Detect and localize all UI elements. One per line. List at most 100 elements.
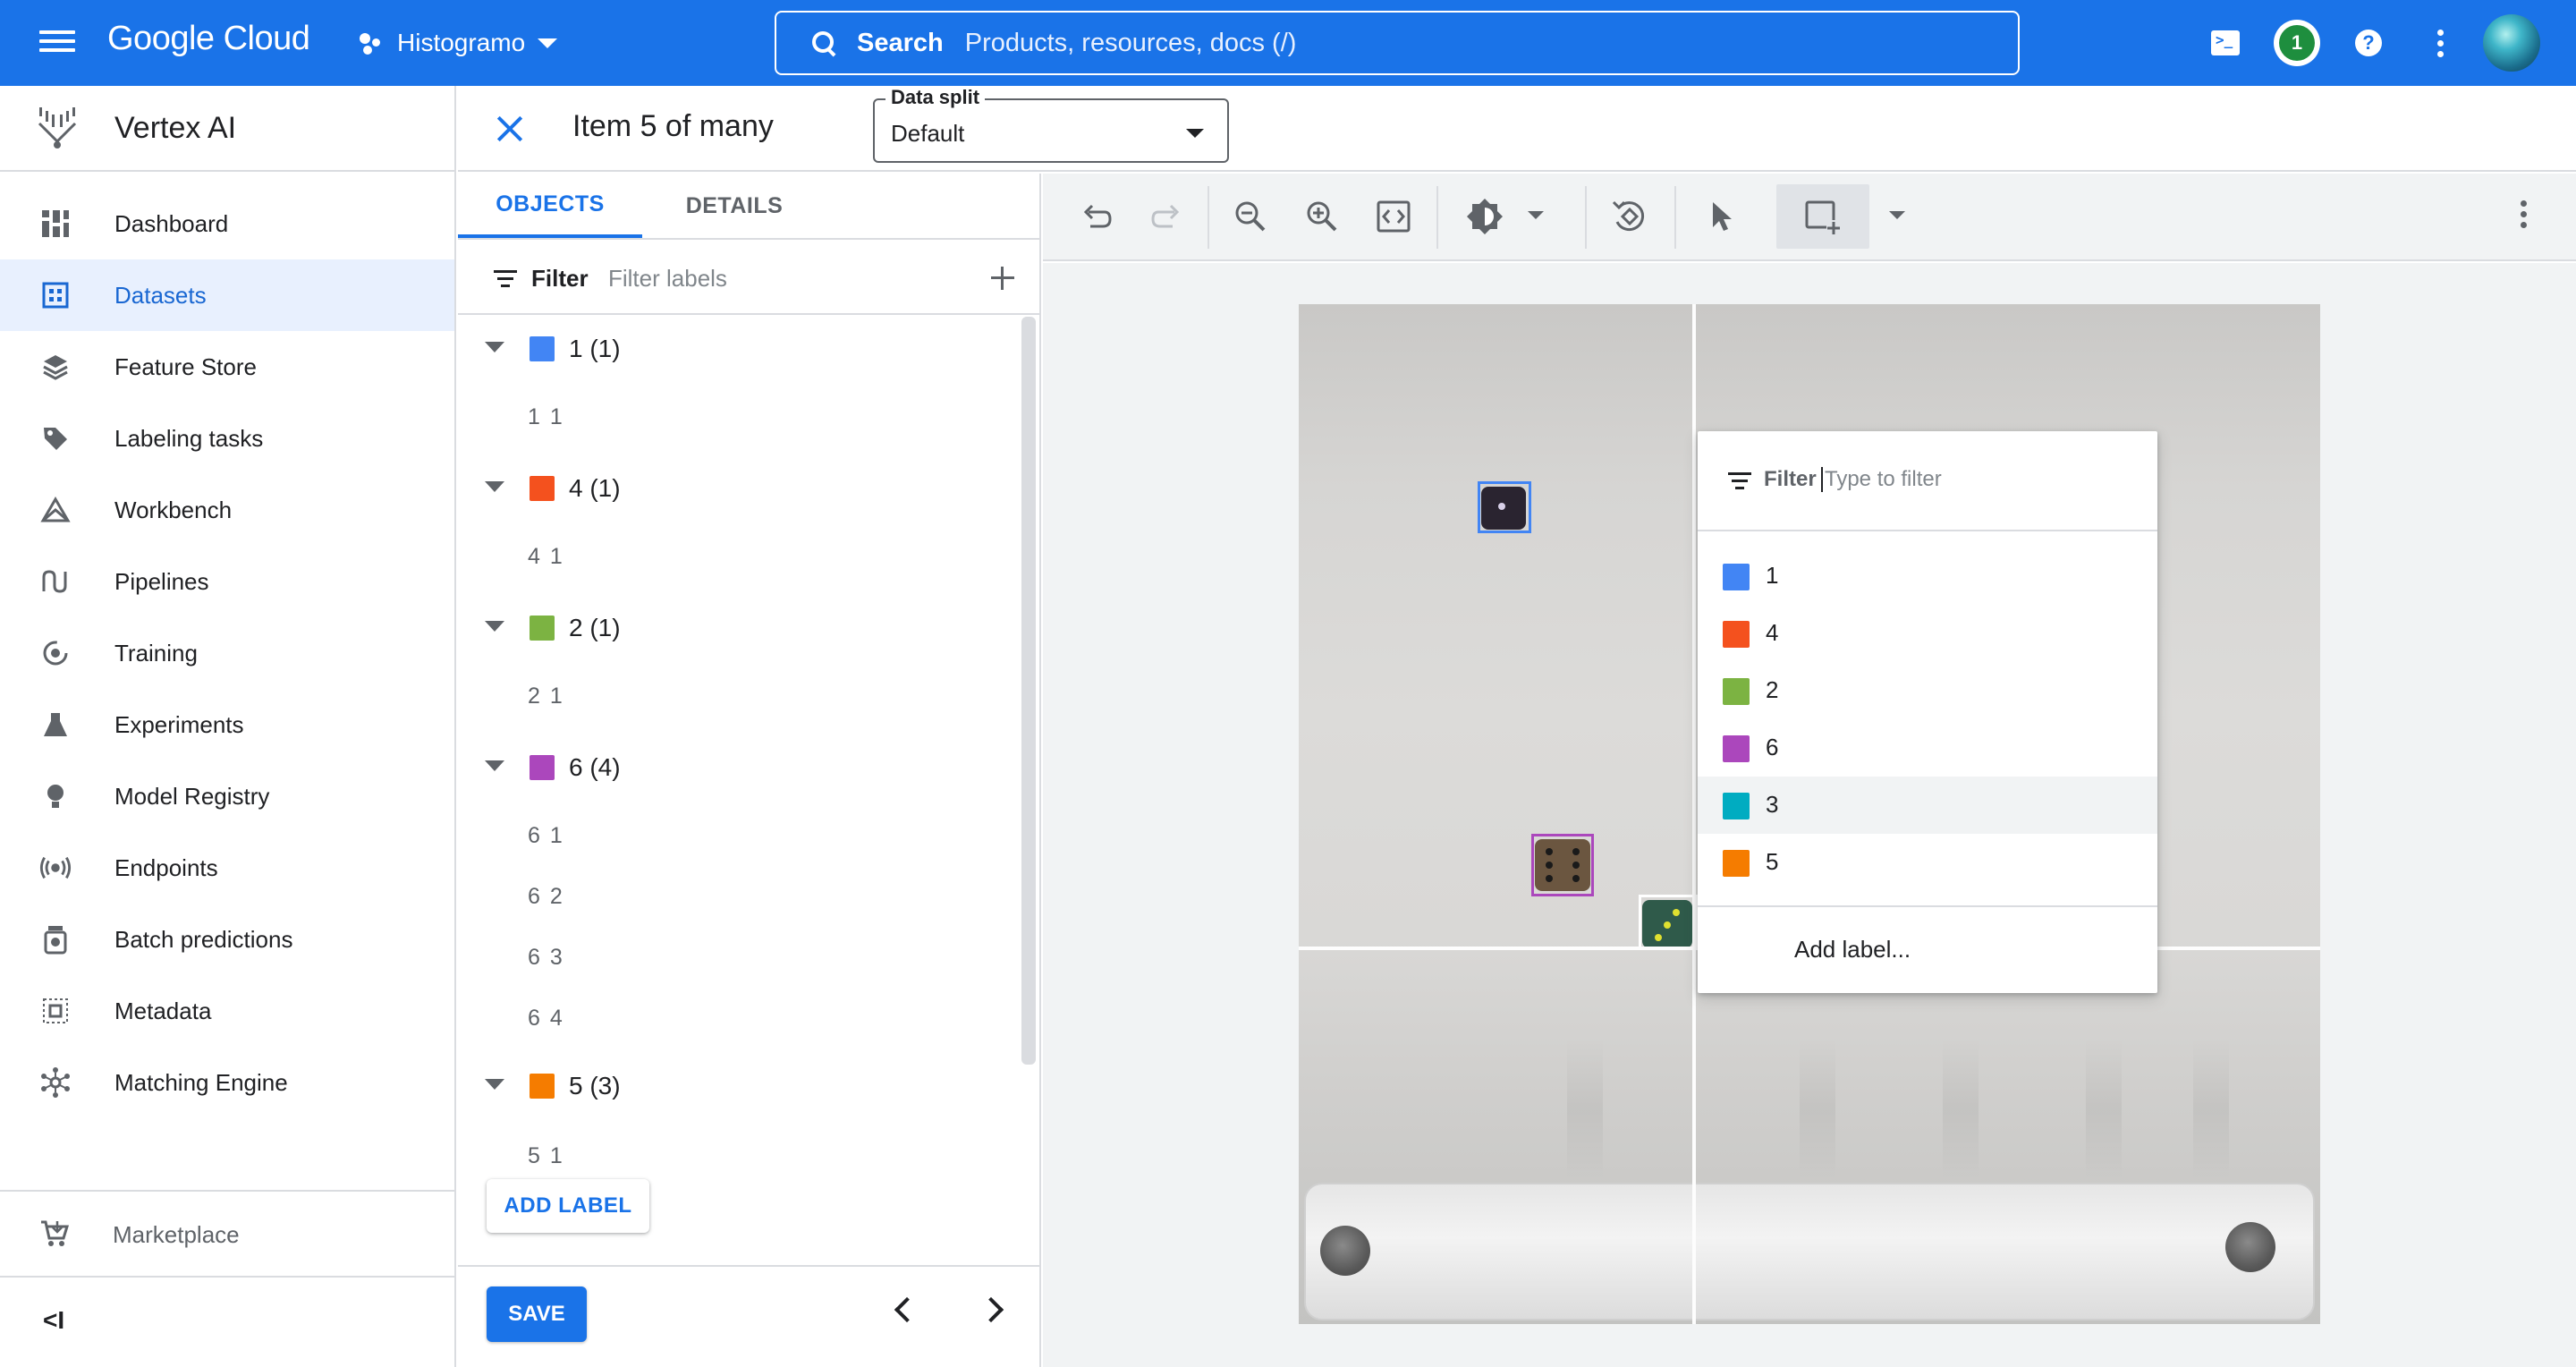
expand-arrow-icon[interactable] xyxy=(485,481,504,492)
search-bar[interactable]: Search Products, resources, docs (/) xyxy=(775,11,2020,75)
redo-icon[interactable] xyxy=(1141,193,1191,240)
save-bar: SAVE xyxy=(458,1265,1039,1367)
label-option[interactable]: 3 xyxy=(1698,777,2157,834)
label-option[interactable]: 2 xyxy=(1698,662,2157,719)
chevron-down-icon[interactable] xyxy=(1528,211,1544,219)
feature-store-icon xyxy=(39,351,72,383)
expand-arrow-icon[interactable] xyxy=(485,1079,504,1090)
label-option[interactable]: 6 xyxy=(1698,719,2157,777)
left-navigation: Vertex AI Dashboard Datasets Feature Sto… xyxy=(0,86,456,1367)
label-option[interactable]: 4 xyxy=(1698,605,2157,662)
zoom-in-icon[interactable] xyxy=(1297,193,1347,240)
sidebar-item-marketplace[interactable]: Marketplace xyxy=(0,1199,454,1270)
popup-filter-row: Filter Type to filter xyxy=(1698,431,2157,531)
sidebar-item-pipelines[interactable]: Pipelines xyxy=(0,546,454,617)
bounding-box[interactable] xyxy=(1639,895,1698,950)
expand-arrow-icon[interactable] xyxy=(485,621,504,632)
tag-icon xyxy=(39,422,72,454)
notifications-badge[interactable]: 1 xyxy=(2274,20,2320,66)
filter-icon xyxy=(494,270,517,288)
label-group[interactable]: 6 (4) xyxy=(458,735,1021,798)
label-group[interactable]: 5 (3) xyxy=(458,1054,1021,1117)
flask-icon xyxy=(39,709,72,741)
more-options-icon[interactable] xyxy=(2420,23,2460,63)
list-item[interactable]: 5 1 xyxy=(528,1143,564,1169)
labels-panel: OBJECTS DETAILS Filter Filter labels 1 (… xyxy=(458,174,1041,1367)
sidebar-item-batch-predictions[interactable]: Batch predictions xyxy=(0,904,454,975)
notification-count: 1 xyxy=(2279,25,2315,61)
google-cloud-logo[interactable]: Google Cloud xyxy=(107,20,310,58)
avatar[interactable] xyxy=(2483,14,2540,72)
list-item[interactable]: 2 1 xyxy=(528,684,564,709)
sidebar-item-feature-store[interactable]: Feature Store xyxy=(0,331,454,403)
undo-icon[interactable] xyxy=(1072,193,1122,240)
filter-labels-input[interactable]: Filter labels xyxy=(608,265,727,293)
label-group-name: 4 (1) xyxy=(569,474,621,502)
more-options-icon[interactable] xyxy=(2521,200,2529,236)
bounding-box[interactable] xyxy=(1478,481,1531,533)
bounding-box[interactable] xyxy=(1531,834,1594,896)
add-icon[interactable] xyxy=(989,265,1016,292)
label-option-name: 1 xyxy=(1766,562,1779,589)
select-pointer-icon[interactable] xyxy=(1696,193,1746,240)
label-group[interactable]: 2 (1) xyxy=(458,596,1021,658)
collapse-nav-button[interactable]: <I xyxy=(43,1306,64,1335)
chevron-left-icon[interactable] xyxy=(894,1296,920,1323)
popup-filter-input[interactable]: Type to filter xyxy=(1821,467,1942,492)
save-button[interactable]: SAVE xyxy=(487,1286,587,1342)
sidebar-item-endpoints[interactable]: Endpoints xyxy=(0,832,454,904)
search-input[interactable]: Products, resources, docs (/) xyxy=(965,29,1297,58)
chevron-right-icon[interactable] xyxy=(978,1296,1004,1323)
sidebar-item-datasets[interactable]: Datasets xyxy=(0,259,454,331)
data-split-select[interactable]: Data split Default xyxy=(873,86,1229,163)
sidebar-item-label: Pipelines xyxy=(114,567,209,595)
sidebar-item-dashboard[interactable]: Dashboard xyxy=(0,188,454,259)
vertex-ai-logo-icon xyxy=(36,106,79,150)
chevron-down-icon[interactable] xyxy=(1889,211,1905,219)
rotate-icon[interactable] xyxy=(1605,193,1655,240)
help-icon[interactable]: ? xyxy=(2349,23,2388,63)
list-item[interactable]: 1 1 xyxy=(528,404,564,430)
product-title: Vertex AI xyxy=(114,110,237,145)
sidebar-item-experiments[interactable]: Experiments xyxy=(0,689,454,760)
sidebar-item-matching-engine[interactable]: Matching Engine xyxy=(0,1047,454,1118)
close-icon[interactable] xyxy=(490,109,530,149)
sidebar-item-label: Matching Engine xyxy=(114,1068,288,1096)
label-option[interactable]: 1 xyxy=(1698,548,2157,605)
label-option[interactable]: 5 xyxy=(1698,834,2157,891)
bounding-box-tool[interactable] xyxy=(1776,184,1869,249)
sidebar-item-label: Labeling tasks xyxy=(114,424,264,452)
list-item[interactable]: 6 4 xyxy=(528,1006,564,1032)
expand-arrow-icon[interactable] xyxy=(485,342,504,352)
label-color-swatch xyxy=(530,336,555,361)
cloud-shell-icon[interactable] xyxy=(2206,23,2245,63)
sidebar-item-label: Dashboard xyxy=(114,209,229,237)
brightness-icon[interactable] xyxy=(1460,193,1510,240)
expand-arrow-icon[interactable] xyxy=(485,760,504,771)
label-group[interactable]: 1 (1) xyxy=(458,317,1021,379)
sidebar-item-metadata[interactable]: Metadata xyxy=(0,975,454,1047)
batch-icon xyxy=(39,923,72,955)
dashboard-icon xyxy=(39,208,72,240)
sidebar-item-workbench[interactable]: Workbench xyxy=(0,474,454,546)
list-item[interactable]: 6 3 xyxy=(528,945,564,971)
add-label-button[interactable]: ADD LABEL xyxy=(487,1179,649,1233)
list-item[interactable]: 6 2 xyxy=(528,884,564,910)
sidebar-item-model-registry[interactable]: Model Registry xyxy=(0,760,454,832)
zoom-out-icon[interactable] xyxy=(1225,193,1275,240)
project-picker[interactable]: Histogramo xyxy=(358,25,558,61)
panel-tabs: OBJECTS DETAILS xyxy=(458,174,1039,240)
tab-details[interactable]: DETAILS xyxy=(642,174,826,238)
add-label-option[interactable]: Add label... xyxy=(1794,936,1911,964)
main-menu-icon[interactable] xyxy=(36,25,79,61)
scrollbar[interactable] xyxy=(1021,317,1036,1065)
tab-objects[interactable]: OBJECTS xyxy=(458,174,642,238)
list-item[interactable]: 6 1 xyxy=(528,823,564,849)
fit-to-screen-icon[interactable] xyxy=(1368,193,1419,240)
sidebar-item-training[interactable]: Training xyxy=(0,617,454,689)
list-item[interactable]: 4 1 xyxy=(528,544,564,570)
label-select-popup: Filter Type to filter 1 4 2 6 3 5 Add la… xyxy=(1698,431,2157,993)
sidebar-item-labeling-tasks[interactable]: Labeling tasks xyxy=(0,403,454,474)
label-group[interactable]: 4 (1) xyxy=(458,456,1021,519)
label-option-name: 5 xyxy=(1766,848,1779,875)
